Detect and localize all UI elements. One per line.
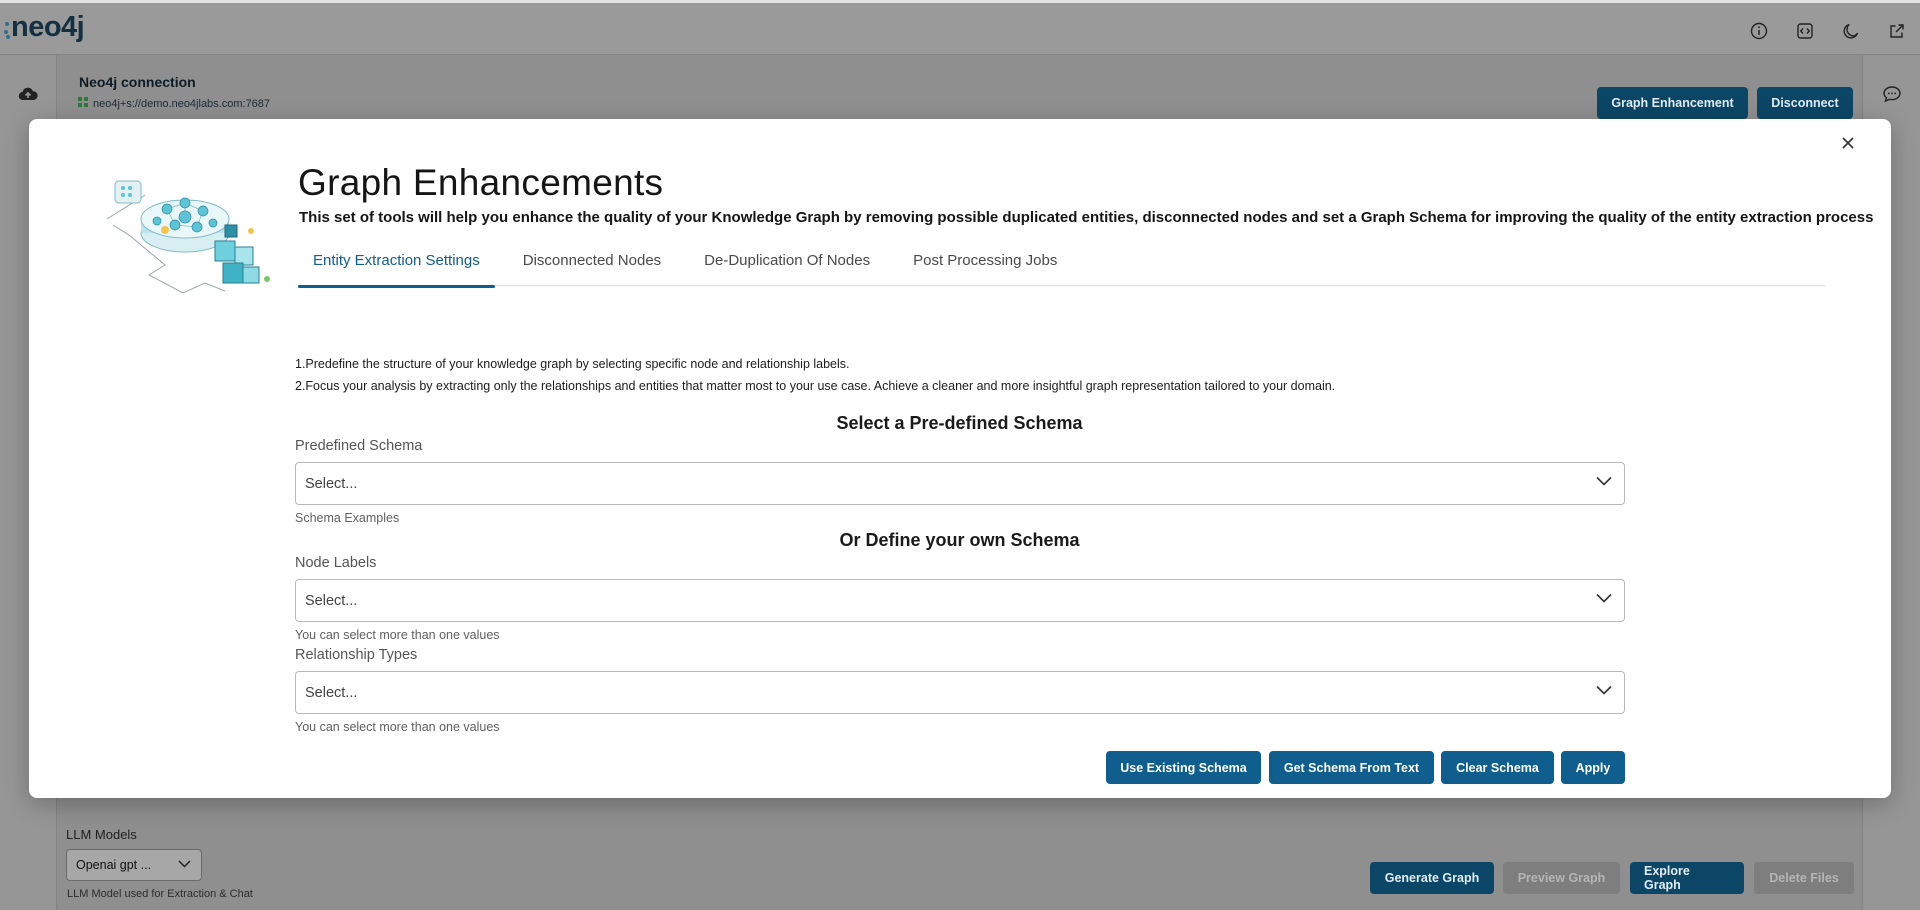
node-labels-label: Node Labels xyxy=(295,555,377,571)
code-icon[interactable] xyxy=(1782,18,1828,44)
get-schema-from-text-button[interactable]: Get Schema From Text xyxy=(1269,751,1434,784)
cloud-upload-icon[interactable] xyxy=(18,86,38,107)
preview-graph-button[interactable]: Preview Graph xyxy=(1503,862,1620,894)
node-labels-help: You can select more than one values xyxy=(295,628,500,642)
disconnect-button[interactable]: Disconnect xyxy=(1757,87,1853,119)
tab-post-processing-jobs[interactable]: Post Processing Jobs xyxy=(898,248,1072,286)
apply-button[interactable]: Apply xyxy=(1561,751,1625,784)
close-icon[interactable] xyxy=(1838,133,1858,153)
connection-title: Neo4j connection xyxy=(79,74,196,90)
relationship-types-label: Relationship Types xyxy=(295,647,418,663)
logo-text: neo4j xyxy=(11,11,85,43)
description-line-2: 2.Focus your analysis by extracting only… xyxy=(295,379,1336,393)
use-existing-schema-button[interactable]: Use Existing Schema xyxy=(1106,751,1261,784)
chevron-down-icon xyxy=(1596,685,1612,695)
llm-model-help: LLM Model used for Extraction & Chat xyxy=(67,888,253,900)
llm-model-value: Openai gpt ... xyxy=(76,858,152,872)
predefined-schema-heading: Select a Pre-defined Schema xyxy=(836,413,1083,433)
modal-subtitle: This set of tools will help you enhance … xyxy=(299,209,1874,226)
predefined-schema-select[interactable]: Select... xyxy=(295,462,1625,505)
modal-title: Graph Enhancements xyxy=(298,162,664,203)
llm-model-select[interactable]: Openai gpt ... xyxy=(66,849,202,881)
connection-uri-text: neo4j+s://demo.neo4jlabs.com:7687 xyxy=(93,97,271,110)
relationship-types-placeholder: Select... xyxy=(305,684,358,701)
custom-schema-heading: Or Define your own Schema xyxy=(839,530,1080,550)
explore-graph-button[interactable]: Explore Graph xyxy=(1630,862,1744,894)
delete-files-button[interactable]: Delete Files xyxy=(1754,862,1854,894)
tab-entity-extraction-settings[interactable]: Entity Extraction Settings xyxy=(298,248,495,288)
node-labels-placeholder: Select... xyxy=(305,592,358,609)
enhancement-tabs: Entity Extraction Settings Disconnected … xyxy=(298,248,1825,288)
predefined-schema-label: Predefined Schema xyxy=(295,438,423,454)
description-line-1: 1.Predefine the structure of your knowle… xyxy=(295,357,850,371)
chevron-down-icon xyxy=(1596,476,1612,486)
moon-icon[interactable] xyxy=(1828,18,1874,44)
clear-schema-button[interactable]: Clear Schema xyxy=(1441,751,1554,784)
chevron-down-icon xyxy=(1596,593,1612,603)
info-icon[interactable] xyxy=(1736,18,1782,44)
top-navigation-bar: neo4j xyxy=(0,0,1920,55)
tab-disconnected-nodes[interactable]: Disconnected Nodes xyxy=(508,248,676,286)
chat-icon[interactable] xyxy=(1882,85,1902,108)
predefined-schema-help: Schema Examples xyxy=(295,511,400,525)
node-labels-select[interactable]: Select... xyxy=(295,579,1625,622)
predefined-schema-placeholder: Select... xyxy=(305,475,358,492)
connection-uri: neo4j+s://demo.neo4jlabs.com:7687 xyxy=(77,96,270,111)
connection-status-icon xyxy=(77,96,89,111)
external-link-icon[interactable] xyxy=(1874,18,1920,44)
relationship-types-select[interactable]: Select... xyxy=(295,671,1625,714)
relationship-types-help: You can select more than one values xyxy=(295,720,500,734)
llm-models-label: LLM Models xyxy=(66,827,137,842)
graph-illustration-icon xyxy=(106,180,270,294)
graph-enhancement-button[interactable]: Graph Enhancement xyxy=(1597,87,1748,119)
logo-dots-icon xyxy=(4,17,10,39)
chevron-down-icon xyxy=(178,860,191,868)
neo4j-logo: neo4j xyxy=(4,11,85,44)
generate-graph-button[interactable]: Generate Graph xyxy=(1370,862,1494,894)
tab-de-duplication-of-nodes[interactable]: De-Duplication Of Nodes xyxy=(689,248,885,286)
